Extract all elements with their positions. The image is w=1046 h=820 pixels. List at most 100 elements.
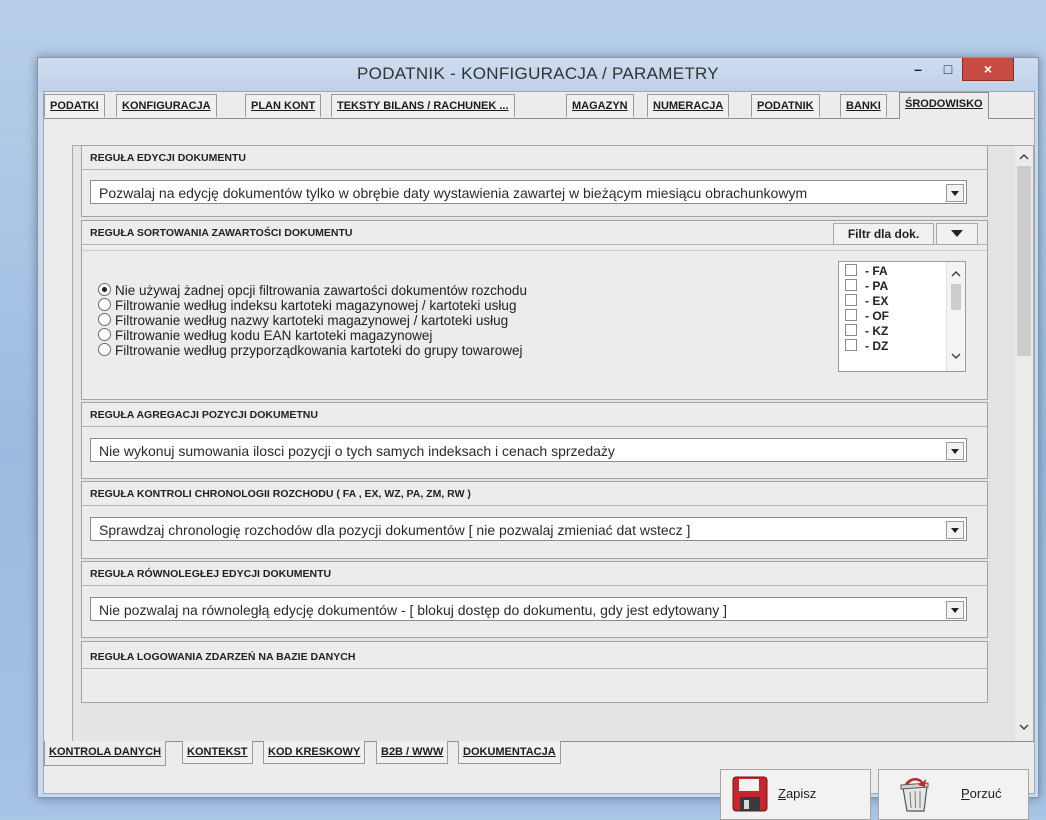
- chevron-up-icon[interactable]: [1015, 150, 1033, 164]
- radio-filter-ean[interactable]: Filtrowanie według kodu EAN kartoteki ma…: [98, 328, 432, 343]
- radio-filter-group[interactable]: Filtrowanie według przyporządkowania kar…: [98, 343, 522, 358]
- chronology-rule-combobox[interactable]: Sprawdzaj chronologię rozchodów dla pozy…: [90, 517, 967, 541]
- radio-no-filter[interactable]: Nie używaj żadnej opcji filtrowania zawa…: [98, 283, 527, 298]
- chevron-up-icon[interactable]: [947, 268, 965, 280]
- sort-options-area: Nie używaj żadnej opcji filtrowania zawa…: [82, 250, 987, 399]
- chevron-down-icon: [951, 230, 963, 237]
- doc-type-item[interactable]: - OF: [845, 309, 889, 323]
- chevron-down-icon[interactable]: [1015, 720, 1033, 734]
- filter-dropdown-button[interactable]: [936, 223, 978, 245]
- save-button[interactable]: Zapisz: [720, 769, 871, 820]
- tab-podatki[interactable]: PODATKI: [44, 94, 105, 117]
- section-chronology-rule: REGUŁA KONTROLI CHRONOLOGII ROZCHODU ( F…: [81, 481, 988, 559]
- combobox-value: Nie pozwalaj na równoległą edycję dokume…: [99, 602, 728, 618]
- tab-numeracja[interactable]: NUMERACJA: [647, 94, 730, 117]
- chevron-down-icon[interactable]: [946, 521, 964, 539]
- section-header: REGUŁA RÓWNOLEGŁEJ EDYCJI DOKUMENTU: [82, 562, 987, 586]
- doc-type-label: - KZ: [865, 324, 889, 338]
- doc-type-checklist[interactable]: - FA - PA - EX - OF - KZ - DZ: [838, 261, 966, 372]
- combobox-value: Nie wykonuj sumowania ilosci pozycji o t…: [99, 443, 615, 459]
- save-label: Zapisz: [778, 786, 816, 801]
- doc-type-label: - FA: [865, 264, 888, 278]
- tab-kod-kreskowy[interactable]: KOD KRESKOWY: [263, 741, 366, 764]
- scroll-thumb[interactable]: [951, 284, 961, 310]
- scroll-thumb[interactable]: [1017, 166, 1031, 356]
- window-title: PODATNIK - KONFIGURACJA / PARAMETRY: [357, 64, 719, 83]
- config-window: PODATNIK - KONFIGURACJA / PARAMETRY – □ …: [37, 57, 1039, 820]
- discard-label-mnemonic: P: [961, 786, 970, 801]
- parallel-rule-combobox[interactable]: Nie pozwalaj na równoległą edycję dokume…: [90, 597, 967, 621]
- section-parallel-rule: REGUŁA RÓWNOLEGŁEJ EDYCJI DOKUMENTU Nie …: [81, 561, 988, 638]
- tab-plan-kont[interactable]: PLAN KONT: [245, 94, 322, 117]
- edit-rule-combobox[interactable]: Pozwalaj na edycję dokumentów tylko w ob…: [90, 180, 967, 204]
- discard-label: Porzuć: [961, 786, 1001, 801]
- doc-type-item[interactable]: - EX: [845, 294, 888, 308]
- section-sort-rule: REGUŁA SORTOWANIA ZAWARTOŚCI DOKUMENTU F…: [81, 220, 988, 400]
- doc-type-item[interactable]: - KZ: [845, 324, 888, 338]
- doc-type-label: - PA: [865, 279, 889, 293]
- section-header: REGUŁA EDYCJI DOKUMENTU: [82, 146, 987, 170]
- doc-type-item[interactable]: - PA: [845, 279, 888, 293]
- aggregation-rule-combobox[interactable]: Nie wykonuj sumowania ilosci pozycji o t…: [90, 438, 967, 462]
- section-edit-rule: REGUŁA EDYCJI DOKUMENTU Pozwalaj na edyc…: [81, 146, 988, 217]
- checkbox[interactable]: [845, 309, 857, 321]
- radio-dot[interactable]: [98, 283, 111, 296]
- discard-label-rest: orzuć: [969, 786, 1002, 801]
- tab-podatnik[interactable]: PODATNIK: [751, 94, 820, 117]
- radio-dot[interactable]: [98, 343, 111, 356]
- section-aggregation-rule: REGUŁA AGREGACJI POZYCJI DOKUMETNU Nie w…: [81, 402, 988, 479]
- radio-label: Filtrowanie według przyporządkowania kar…: [115, 343, 523, 358]
- chevron-down-icon[interactable]: [946, 442, 964, 460]
- tab-dokumentacja[interactable]: DOKUMENTACJA: [458, 741, 561, 764]
- chevron-down-icon[interactable]: [947, 350, 965, 362]
- close-button[interactable]: ×: [962, 58, 1014, 81]
- doc-type-item[interactable]: - FA: [845, 264, 888, 278]
- radio-filter-name[interactable]: Filtrowanie według nazwy kartoteki magaz…: [98, 313, 508, 328]
- chevron-down-icon[interactable]: [946, 601, 964, 619]
- tab-teksty-bilans[interactable]: TEKSTY BILANS / RACHUNEK ...: [331, 94, 515, 117]
- maximize-button[interactable]: □: [934, 58, 962, 80]
- radio-dot[interactable]: [98, 328, 111, 341]
- doc-filter-button[interactable]: Filtr dla dok.: [833, 223, 934, 245]
- checkbox[interactable]: [845, 324, 857, 336]
- section-header: REGUŁA AGREGACJI POZYCJI DOKUMETNU: [82, 403, 987, 427]
- radio-label: Filtrowanie według kodu EAN kartoteki ma…: [115, 328, 433, 343]
- tab-b2b-www[interactable]: B2B / WWW: [376, 741, 449, 764]
- discard-button[interactable]: Porzuć: [878, 769, 1029, 820]
- tab-kontrola-danych[interactable]: KONTROLA DANYCH: [44, 741, 167, 766]
- radio-label: Nie używaj żadnej opcji filtrowania zawa…: [115, 283, 527, 298]
- doc-type-item[interactable]: - DZ: [845, 339, 888, 353]
- checkbox[interactable]: [845, 279, 857, 291]
- radio-label: Filtrowanie według indeksu kartoteki mag…: [115, 298, 517, 313]
- radio-dot[interactable]: [98, 313, 111, 326]
- tab-konfiguracja[interactable]: KONFIGURACJA: [116, 94, 217, 117]
- checklist-scrollbar[interactable]: [946, 262, 965, 371]
- combobox-value: Pozwalaj na edycję dokumentów tylko w ob…: [99, 185, 808, 201]
- doc-type-label: - OF: [865, 309, 889, 323]
- radio-dot[interactable]: [98, 298, 111, 311]
- top-tab-strip: PODATKI KONFIGURACJA PLAN KONT TEKSTY BI…: [44, 92, 1034, 119]
- section-logging-rule: REGUŁA LOGOWANIA ZDARZEŃ NA BAZIE DANYCH: [81, 641, 988, 703]
- save-label-rest: apisz: [785, 786, 817, 801]
- checkbox[interactable]: [845, 339, 857, 351]
- panel-scrollbar[interactable]: [1015, 146, 1033, 741]
- settings-content: REGUŁA EDYCJI DOKUMENTU Pozwalaj na edyc…: [81, 146, 989, 741]
- settings-scroll-panel: REGUŁA EDYCJI DOKUMENTU Pozwalaj na edyc…: [72, 145, 1034, 742]
- trash-bin-icon: [900, 778, 929, 812]
- chevron-down-icon[interactable]: [946, 184, 964, 202]
- radio-filter-index[interactable]: Filtrowanie według indeksu kartoteki mag…: [98, 298, 516, 313]
- checkbox[interactable]: [845, 264, 857, 276]
- section-header: REGUŁA KONTROLI CHRONOLOGII ROZCHODU ( F…: [82, 482, 987, 506]
- tab-srodowisko[interactable]: ŚRODOWISKO: [899, 92, 989, 119]
- save-label-mnemonic: Z: [778, 786, 786, 801]
- tab-magazyn[interactable]: MAGAZYN: [566, 94, 634, 117]
- checkbox[interactable]: [845, 294, 857, 306]
- client-area: PODATKI KONFIGURACJA PLAN KONT TEKSTY BI…: [43, 91, 1035, 820]
- tab-kontekst[interactable]: KONTEKST: [182, 741, 253, 764]
- radio-label: Filtrowanie według nazwy kartoteki magaz…: [115, 313, 509, 328]
- title-bar[interactable]: PODATNIK - KONFIGURACJA / PARAMETRY – □ …: [38, 58, 1038, 91]
- minimize-button[interactable]: –: [904, 58, 932, 80]
- tab-banki[interactable]: BANKI: [840, 94, 887, 117]
- section-header: REGUŁA LOGOWANIA ZDARZEŃ NA BAZIE DANYCH: [82, 645, 987, 669]
- combobox-value: Sprawdzaj chronologię rozchodów dla pozy…: [99, 522, 691, 538]
